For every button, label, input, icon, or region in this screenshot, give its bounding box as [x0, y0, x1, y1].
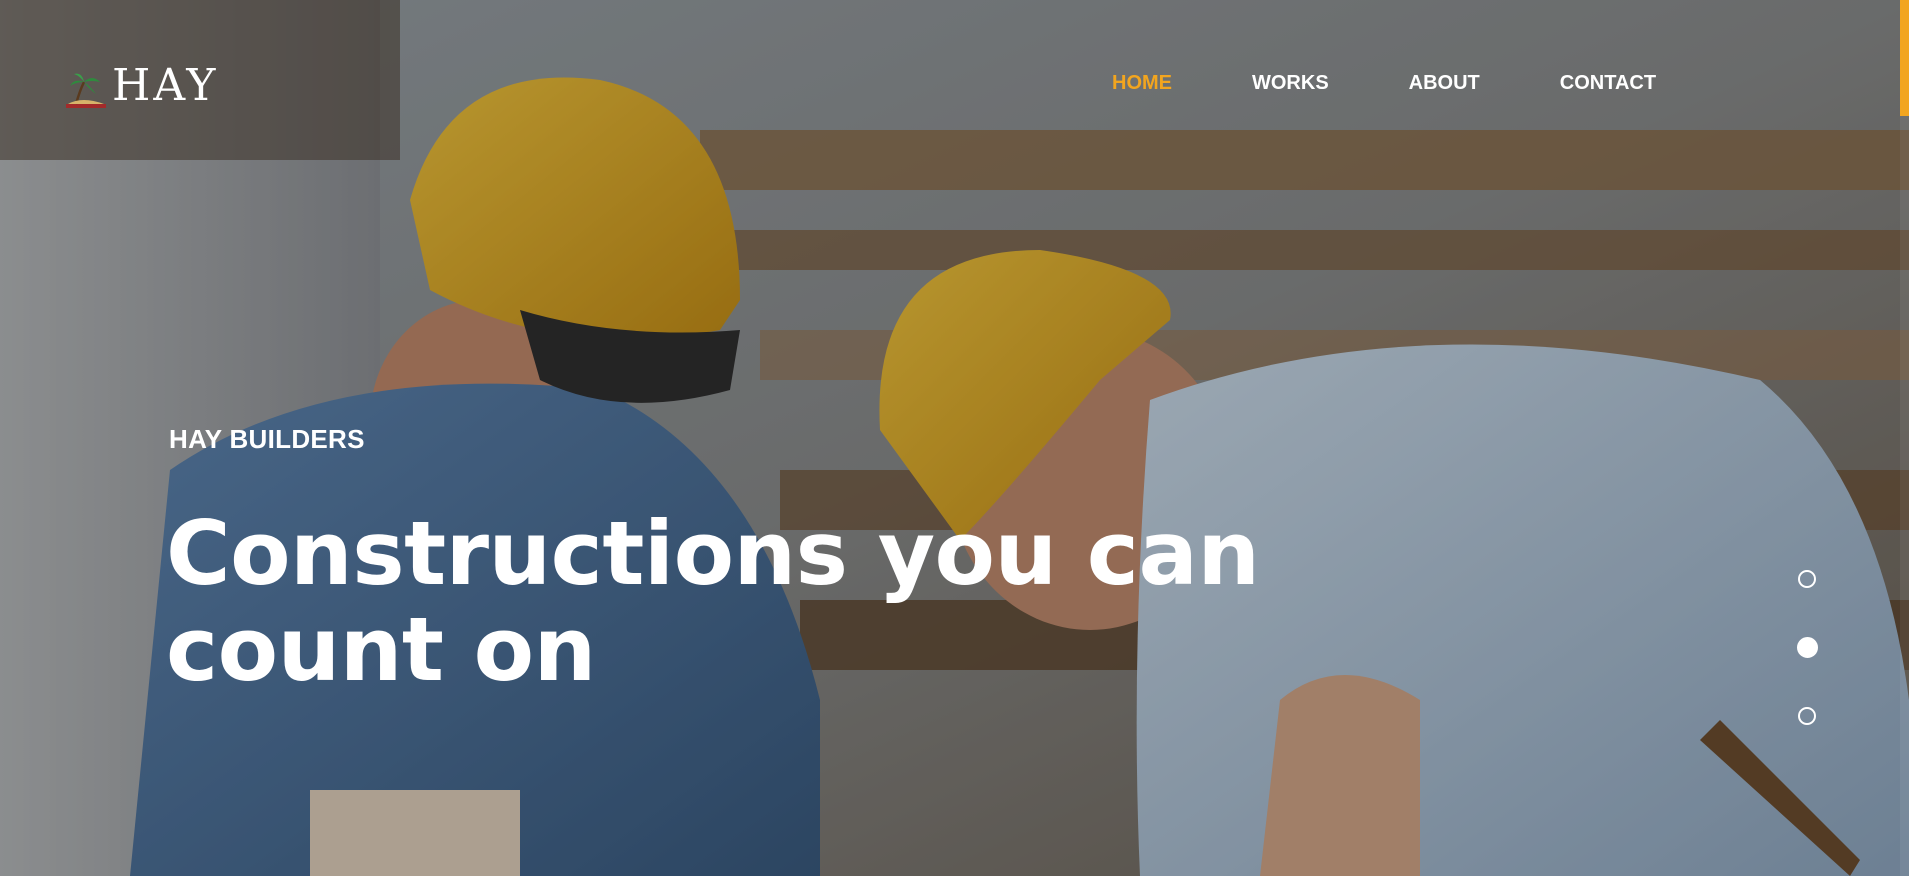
hero-title: Constructions you can count on [166, 502, 1260, 701]
nav-item-works[interactable]: WORKS [1252, 72, 1329, 95]
nav-item-home[interactable]: HOME [1112, 72, 1172, 95]
slider-dot-2[interactable] [1797, 637, 1818, 658]
hero-kicker: HAY BUILDERS [169, 424, 365, 454]
slider-dot-1[interactable] [1798, 570, 1816, 588]
main-nav: HOME WORKS ABOUT CONTACT [1112, 72, 1656, 95]
hero-section: HAY HOME WORKS ABOUT CONTACT HAY BUILDER… [0, 0, 1909, 876]
brand-name: HAY [112, 60, 219, 111]
palm-tree-logo-icon [66, 73, 106, 108]
slider-pagination [1797, 570, 1818, 774]
page-scrollbar-track[interactable] [1900, 0, 1909, 876]
page-scrollbar-thumb[interactable] [1900, 0, 1909, 116]
nav-item-about[interactable]: ABOUT [1409, 72, 1480, 95]
slider-dot-3[interactable] [1798, 707, 1816, 725]
nav-item-contact[interactable]: CONTACT [1560, 72, 1656, 95]
brand-logo[interactable]: HAY [62, 62, 218, 110]
